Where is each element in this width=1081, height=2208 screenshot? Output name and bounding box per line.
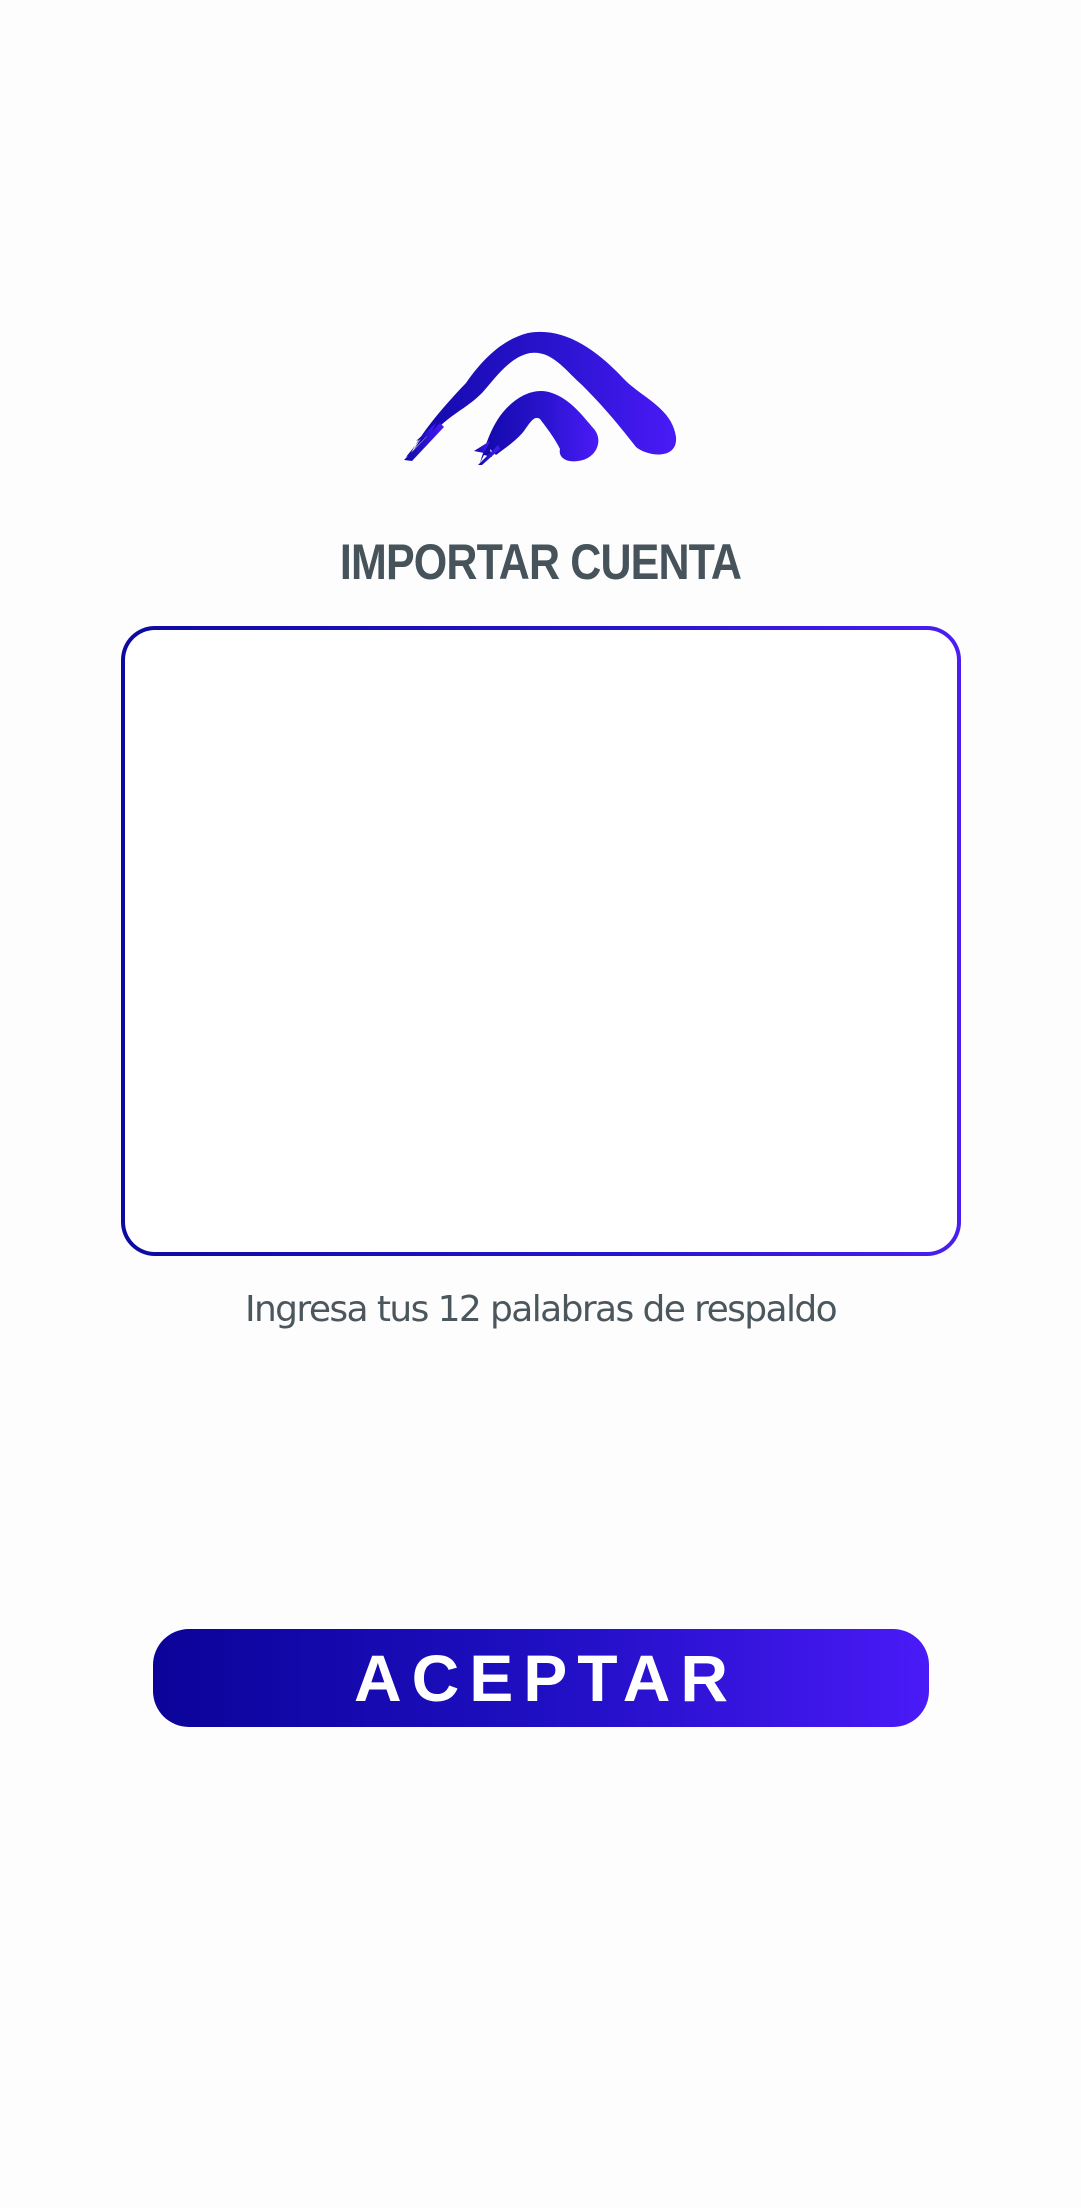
seed-phrase-input[interactable] [125, 630, 957, 1252]
seed-phrase-field[interactable] [121, 626, 961, 1256]
accept-button[interactable]: ACEPTAR [153, 1629, 929, 1727]
seed-phrase-hint: Ingresa tus 12 palabras de respaldo [244, 1289, 838, 1330]
page-title: IMPORTAR CUENTA [339, 534, 742, 590]
brand-logo-icon [400, 315, 682, 465]
